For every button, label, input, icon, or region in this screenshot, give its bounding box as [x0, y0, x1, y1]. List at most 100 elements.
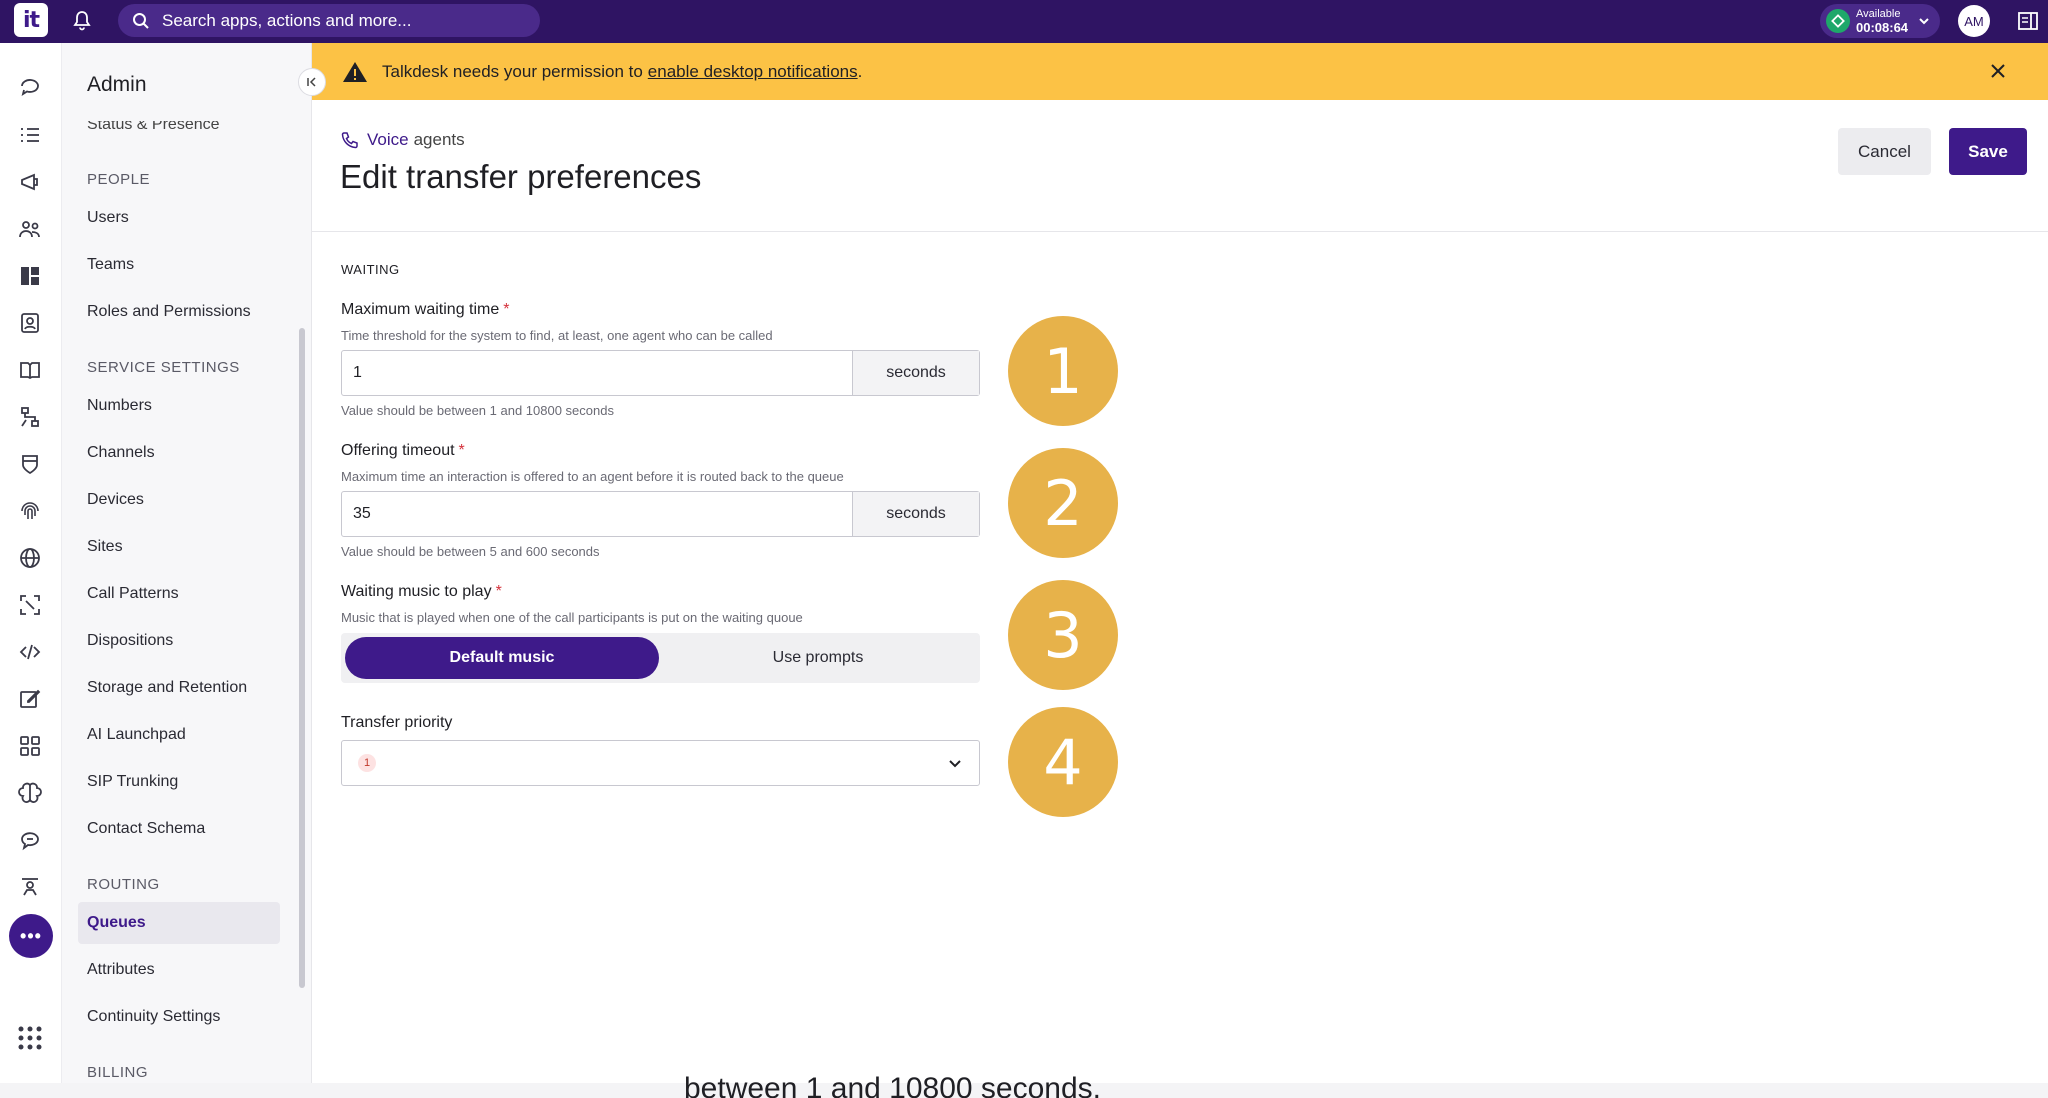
music-label: Waiting music to play * [341, 583, 502, 601]
sidebar-item-continuity-settings[interactable]: Continuity Settings [78, 996, 280, 1038]
music-label-text: Waiting music to play [341, 583, 492, 600]
talkdesk-logo[interactable]: it [14, 3, 48, 37]
list-icon[interactable] [17, 122, 43, 148]
sidebar-item-ai-launchpad[interactable]: AI Launchpad [78, 714, 280, 756]
more-apps-button[interactable]: ••• [9, 914, 53, 958]
edit-icon[interactable] [17, 686, 43, 712]
section-heading-waiting: WAITING [341, 262, 400, 277]
scan-icon[interactable] [17, 592, 43, 618]
sidebar-section-billing: BILLING [87, 1064, 149, 1081]
status-timer: 00:08:64 [1856, 20, 1909, 35]
code-icon[interactable] [17, 639, 43, 665]
search-icon [133, 12, 149, 29]
top-bar: it Search apps, actions and more... Avai… [0, 0, 2048, 43]
bell-icon[interactable] [70, 9, 94, 33]
sidebar-item-roles-permissions[interactable]: Roles and Permissions [78, 291, 280, 333]
sidebar-item-dispositions[interactable]: Dispositions [78, 620, 280, 662]
header-divider [312, 231, 2048, 232]
conversations-icon[interactable] [17, 73, 43, 99]
offer-timeout-input[interactable]: 35 [342, 492, 852, 536]
breadcrumb: Voice agents [341, 130, 465, 150]
breadcrumb-current: agents [413, 130, 465, 149]
enable-notifications-link[interactable]: enable desktop notifications [648, 62, 858, 82]
chat-bubble-icon[interactable] [17, 827, 43, 853]
warning-icon [343, 61, 367, 82]
sidebar-scrollbar[interactable] [299, 328, 305, 988]
chevron-down-icon [1919, 18, 1929, 25]
use-prompts-option[interactable]: Use prompts [661, 637, 975, 679]
music-segmented-control: Default music Use prompts [341, 633, 980, 683]
global-search-input[interactable]: Search apps, actions and more... [118, 4, 540, 37]
breadcrumb-voice-link[interactable]: Voice [367, 130, 409, 150]
sidebar-item-numbers[interactable]: Numbers [78, 385, 280, 427]
save-button[interactable]: Save [1949, 128, 2027, 175]
sidebar-item-devices[interactable]: Devices [78, 479, 280, 521]
sidebar-item-sip-trunking[interactable]: SIP Trunking [78, 761, 280, 803]
dashboard-icon[interactable] [17, 263, 43, 289]
sidebar-item-channels[interactable]: Channels [78, 432, 280, 474]
required-marker: * [503, 301, 510, 318]
app-rail: ••• [0, 43, 62, 1083]
sidebar-item-queues[interactable]: Queues [78, 902, 280, 944]
required-marker: * [458, 442, 465, 459]
team-icon[interactable] [17, 216, 43, 242]
sidebar-item-status-presence[interactable]: Status & Presence [87, 121, 220, 131]
transfer-priority-select[interactable]: 1 [341, 740, 980, 786]
step-marker-3: 3 [1008, 580, 1118, 690]
agent-status-selector[interactable]: Available 00:08:64 [1820, 4, 1940, 38]
contacts-icon[interactable] [17, 310, 43, 336]
sidebar-section-routing: ROUTING [87, 876, 160, 893]
video-caption: between 1 and 10800 seconds. [684, 1072, 1101, 1098]
page-title: Edit transfer preferences [340, 158, 702, 195]
close-icon[interactable] [1986, 59, 2010, 83]
phone-icon [341, 132, 358, 149]
priority-label: Transfer priority [341, 714, 453, 731]
step-marker-4: 4 [1008, 707, 1118, 817]
step-marker-2: 2 [1008, 448, 1118, 558]
admin-sidebar: Admin Status & Presence PEOPLE Users Tea… [62, 43, 312, 1083]
offer-timeout-hint: Value should be between 5 and 600 second… [341, 544, 600, 559]
max-wait-label: Maximum waiting time * [341, 301, 510, 319]
collapse-left-icon [307, 77, 316, 87]
knowledge-book-icon[interactable] [17, 357, 43, 383]
shield-icon[interactable] [17, 451, 43, 477]
agent-icon[interactable] [17, 874, 43, 900]
sidebar-item-storage-retention[interactable]: Storage and Retention [78, 667, 280, 709]
megaphone-icon[interactable] [17, 169, 43, 195]
sidebar-item-sites[interactable]: Sites [78, 526, 280, 568]
workflow-icon[interactable] [17, 404, 43, 430]
banner-suffix: . [857, 61, 863, 81]
cancel-button[interactable]: Cancel [1838, 128, 1931, 175]
apps-grid-icon[interactable] [17, 733, 43, 759]
required-marker: * [495, 583, 502, 600]
chevron-down-icon [949, 760, 961, 768]
music-help: Music that is played when one of the cal… [341, 610, 803, 625]
app-launcher-icon[interactable] [17, 1025, 43, 1051]
globe-icon[interactable] [17, 545, 43, 571]
sidebar-item-attributes[interactable]: Attributes [78, 949, 280, 991]
sidebar-section-people: PEOPLE [87, 171, 151, 188]
search-placeholder: Search apps, actions and more... [162, 10, 412, 30]
notification-banner: Talkdesk needs your permission to enable… [312, 43, 2048, 100]
sidebar-item-contact-schema[interactable]: Contact Schema [78, 808, 280, 850]
step-marker-1: 1 [1008, 316, 1118, 426]
user-avatar[interactable]: AM [1958, 5, 1990, 37]
sidebar-section-service-settings: SERVICE SETTINGS [87, 359, 240, 376]
collapse-sidebar-button[interactable] [298, 68, 326, 96]
side-panel-icon[interactable] [2016, 9, 2040, 33]
max-wait-input[interactable]: 1 [342, 351, 852, 395]
sidebar-title: Admin [87, 73, 147, 96]
offer-timeout-input-group: 35 seconds [341, 491, 980, 537]
max-wait-help: Time threshold for the system to find, a… [341, 328, 773, 343]
offer-timeout-label-text: Offering timeout [341, 442, 455, 459]
priority-badge: 1 [358, 754, 376, 772]
offer-timeout-unit: seconds [852, 492, 979, 536]
sidebar-item-teams[interactable]: Teams [78, 244, 280, 286]
sidebar-item-users[interactable]: Users [78, 197, 280, 239]
fingerprint-icon[interactable] [17, 498, 43, 524]
max-wait-unit: seconds [852, 351, 979, 395]
default-music-option[interactable]: Default music [345, 637, 659, 679]
sidebar-item-call-patterns[interactable]: Call Patterns [78, 573, 280, 615]
banner-text: Talkdesk needs your permission to [382, 61, 643, 81]
brain-icon[interactable] [17, 780, 43, 806]
